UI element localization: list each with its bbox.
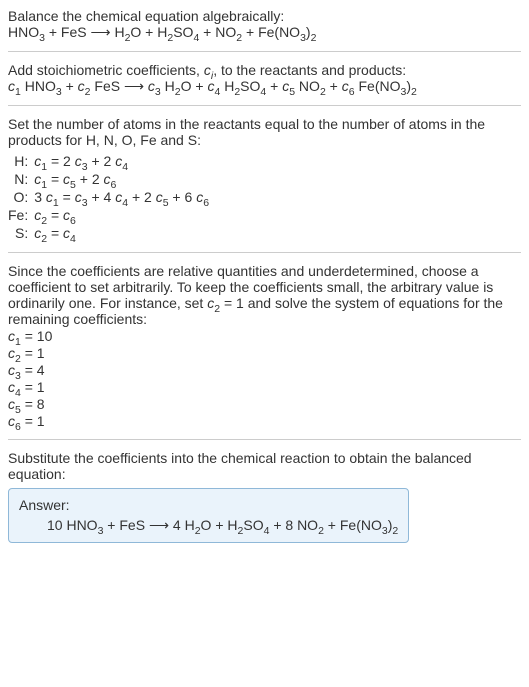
coefficient-value: c4 = 1 (8, 379, 521, 395)
coefficient-value: c2 = 1 (8, 345, 521, 361)
table-row: H: c1 = 2 c3 + 2 c4 (8, 152, 215, 170)
element-equation: c2 = c4 (34, 224, 215, 242)
table-row: N: c1 = c5 + 2 c6 (8, 170, 215, 188)
coefficient-value: c6 = 1 (8, 413, 521, 429)
answer-equation: 10 HNO3 + FeS ⟶ 4 H2O + H2SO4 + 8 NO2 + … (19, 517, 398, 534)
stoich-text: Add stoichiometric coefficients, ci, to … (8, 62, 521, 78)
element-label: Fe: (8, 206, 34, 224)
table-row: O: 3 c1 = c3 + 4 c4 + 2 c5 + 6 c6 (8, 188, 215, 206)
answer-label: Answer: (19, 497, 398, 513)
element-label: H: (8, 152, 34, 170)
solve-intro: Since the coefficients are relative quan… (8, 263, 521, 327)
coefficient-value: c3 = 4 (8, 362, 521, 378)
divider (8, 252, 521, 253)
coefficient-value: c5 = 8 (8, 396, 521, 412)
intro-text: Balance the chemical equation algebraica… (8, 8, 521, 24)
divider (8, 51, 521, 52)
stoich-equation: c1 HNO3 + c2 FeS ⟶ c3 H2O + c4 H2SO4 + c… (8, 78, 521, 95)
element-equation: c1 = 2 c3 + 2 c4 (34, 152, 215, 170)
element-label: N: (8, 170, 34, 188)
element-equation: 3 c1 = c3 + 4 c4 + 2 c5 + 6 c6 (34, 188, 215, 206)
atoms-intro: Set the number of atoms in the reactants… (8, 116, 521, 148)
coefficient-value: c1 = 10 (8, 328, 521, 344)
table-row: Fe: c2 = c6 (8, 206, 215, 224)
atom-equations-table: H: c1 = 2 c3 + 2 c4 N: c1 = c5 + 2 c6 O:… (8, 152, 215, 242)
element-label: O: (8, 188, 34, 206)
table-row: S: c2 = c4 (8, 224, 215, 242)
intro-equation: HNO3 + FeS ⟶ H2O + H2SO4 + NO2 + Fe(NO3)… (8, 24, 521, 41)
divider (8, 105, 521, 106)
answer-box: Answer: 10 HNO3 + FeS ⟶ 4 H2O + H2SO4 + … (8, 488, 409, 543)
final-intro: Substitute the coefficients into the che… (8, 450, 521, 482)
divider (8, 439, 521, 440)
coefficient-list: c1 = 10 c2 = 1 c3 = 4 c4 = 1 c5 = 8 c6 =… (8, 328, 521, 429)
element-label: S: (8, 224, 34, 242)
